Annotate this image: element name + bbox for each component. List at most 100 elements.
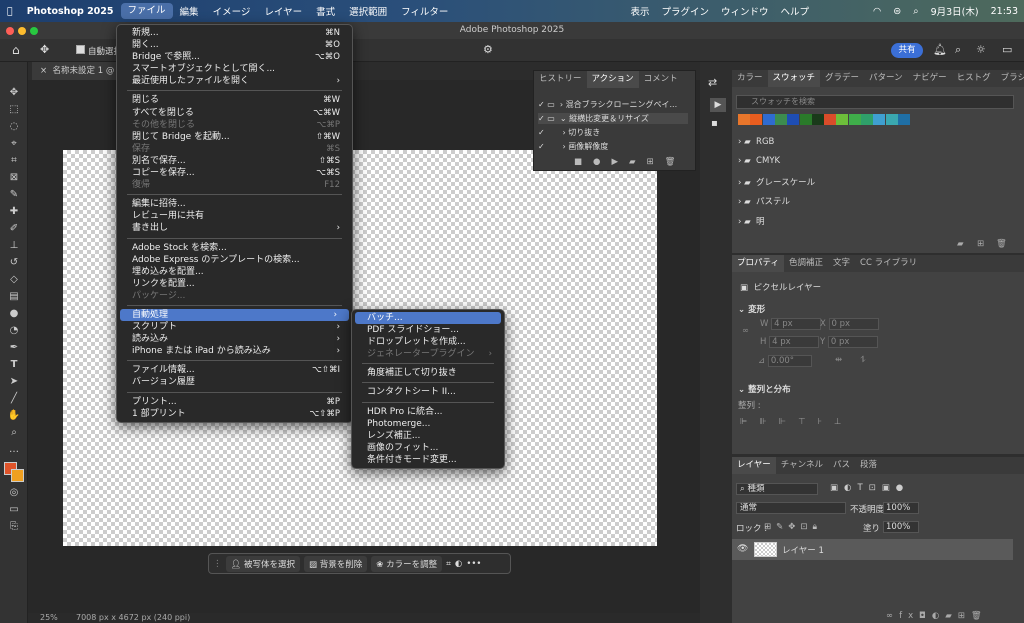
automate-item[interactable]: コンタクトシート II...	[352, 386, 504, 398]
move-tool-icon[interactable]: ✥	[0, 84, 28, 101]
tab-character[interactable]: 文字	[828, 255, 855, 272]
color-swatch[interactable]	[787, 114, 800, 125]
eye-icon[interactable]: 👁︎	[737, 544, 748, 554]
type-tool-icon[interactable]: T	[0, 356, 28, 373]
color-swatch[interactable]	[750, 114, 763, 125]
quick-select-tool-icon[interactable]: ⌖	[0, 135, 28, 152]
automate-item[interactable]: PDF スライドショー...	[352, 324, 504, 336]
lock-icons[interactable]: ⊞✎✥⊡🔒︎	[764, 522, 822, 532]
file-menu-item[interactable]: Adobe Stock を検索...	[117, 242, 352, 254]
align-section[interactable]: ⌄ 整列と分布	[738, 383, 791, 395]
file-menu-item[interactable]: Adobe Express のテンプレートの検索...	[117, 254, 352, 266]
share-tool-icon[interactable]: ⎘	[0, 518, 28, 535]
dodge-tool-icon[interactable]: ◔	[0, 322, 28, 339]
swatch-group-cmyk[interactable]: › ▰ CMYK	[738, 156, 780, 166]
close-window-button[interactable]	[6, 27, 14, 35]
tab-close-icon[interactable]: ×	[40, 66, 47, 76]
file-menu-item[interactable]: 新規... ⌘N	[117, 27, 352, 39]
file-menu-item[interactable]: 最近使用したファイルを開く ›	[117, 75, 352, 87]
tab-histogram[interactable]: ヒストグ	[952, 70, 996, 87]
menu-window[interactable]: ウィンドウ	[721, 4, 769, 18]
layer-filter-icons[interactable]: ▣◐T⊡▣●	[830, 483, 909, 493]
tab-layers[interactable]: レイヤー	[732, 457, 776, 474]
comment-icon[interactable]: ▪	[711, 118, 718, 129]
eyedropper-tool-icon[interactable]: ✎	[0, 186, 28, 203]
move-tool-icon[interactable]: ✥	[40, 43, 49, 56]
new-swatch-icon[interactable]: ⊞	[977, 239, 984, 249]
angle-field[interactable]: ⊿ 0.00°	[758, 355, 812, 367]
swatch-group-grayscale[interactable]: › ▰ グレースケール	[738, 176, 815, 188]
tab-comments[interactable]: コメント	[639, 71, 683, 88]
color-swatch[interactable]	[873, 114, 886, 125]
crop-tool-icon[interactable]: ⌗	[0, 152, 28, 169]
eraser-tool-icon[interactable]: ◇	[0, 271, 28, 288]
gear-icon[interactable]: ⚙	[483, 43, 493, 56]
color-swatch[interactable]	[848, 114, 861, 125]
file-menu-item[interactable]: 閉じる ⌘W	[117, 94, 352, 106]
crop-icon[interactable]: ⌗	[446, 559, 451, 569]
app-menu[interactable]: Photoshop 2025	[20, 6, 121, 17]
file-menu-item[interactable]: 閉じて Bridge を起動... ⇧⌘W	[117, 131, 352, 143]
new-group-icon[interactable]: ▰	[957, 239, 964, 249]
file-menu-item[interactable]: すべてを閉じる ⌥⌘W	[117, 107, 352, 119]
marquee-tool-icon[interactable]: ⬚	[0, 101, 28, 118]
menu-view[interactable]: 表示	[630, 4, 649, 18]
adjust-color-button[interactable]: ❀ カラーを調整	[371, 555, 443, 572]
bell-icon[interactable]: 🔔︎	[933, 43, 947, 56]
plugins-icon[interactable]: ⇄	[708, 76, 717, 89]
more-tools-icon[interactable]: …	[0, 441, 28, 458]
tab-brush-settings[interactable]: ブラシ設	[996, 70, 1024, 87]
tab-pattern[interactable]: パターン	[864, 70, 908, 87]
tab-swatches[interactable]: スウォッチ	[767, 70, 821, 87]
link-icon[interactable]: ∞	[742, 326, 749, 336]
tab-paths[interactable]: パス	[828, 457, 855, 474]
file-menu-item[interactable]: 自動処理 ›	[120, 308, 349, 322]
fill-input[interactable]: 100%	[883, 521, 919, 533]
color-swatch[interactable]	[799, 114, 812, 125]
file-menu-item[interactable]: 読み込み ›	[117, 333, 352, 345]
hand-tool-icon[interactable]: ✋	[0, 407, 28, 424]
action-row[interactable]: ✓ › 切り抜き	[538, 127, 600, 138]
automate-item[interactable]: 角度補正して切り抜き	[352, 367, 504, 379]
auto-select-checkbox[interactable]	[76, 45, 85, 54]
home-icon[interactable]: ⌂	[12, 43, 20, 57]
action-controls[interactable]: ■●▶▰⊞🗑︎	[574, 157, 686, 167]
file-menu-item[interactable]: ファイル情報... ⌥⇧⌘I	[117, 364, 352, 376]
layer-row[interactable]: 👁︎ レイヤー 1	[732, 539, 1013, 560]
opacity-input[interactable]: 100%	[883, 502, 919, 514]
color-swatch[interactable]	[811, 114, 824, 125]
menu-layer[interactable]: レイヤー	[257, 4, 309, 18]
file-menu-item[interactable]: コピーを保存... ⌥⌘S	[117, 167, 352, 179]
swatch-group-rgb[interactable]: › ▰ RGB	[738, 137, 774, 147]
layer-thumbnail[interactable]	[754, 542, 777, 557]
tab-cc-libraries[interactable]: CC ライブラリ	[855, 255, 922, 272]
action-row[interactable]: ✓ › 画像解像度	[538, 141, 608, 152]
flip-horizontal-icon[interactable]: ⇹	[835, 355, 842, 365]
line-tool-icon[interactable]: ╱	[0, 390, 28, 407]
search-icon[interactable]: ⌕	[913, 6, 918, 17]
tab-paragraph[interactable]: 段落	[855, 457, 882, 474]
blur-tool-icon[interactable]: ●	[0, 305, 28, 322]
swatch-group-light[interactable]: › ▰ 明	[738, 215, 765, 227]
control-center-icon[interactable]: ⊜	[893, 6, 901, 17]
background-color-swatch[interactable]	[11, 469, 24, 482]
screen-mode-icon[interactable]: ▭	[0, 501, 28, 518]
zoom-level[interactable]: 25%	[40, 613, 58, 622]
trash-icon[interactable]: 🗑︎	[996, 239, 1007, 249]
menu-help[interactable]: ヘルプ	[780, 4, 809, 18]
menu-edit[interactable]: 編集	[173, 4, 206, 18]
file-menu-item[interactable]: 埋め込みを配置...	[117, 266, 352, 278]
menu-select[interactable]: 選択範囲	[342, 4, 394, 18]
apple-icon[interactable]: 	[0, 6, 20, 17]
tab-adjustments[interactable]: 色調補正	[784, 255, 828, 272]
healing-tool-icon[interactable]: ✚	[0, 203, 28, 220]
layer-filter-select[interactable]: ⌕ 種類	[736, 483, 818, 495]
menu-type[interactable]: 書式	[309, 4, 342, 18]
zoom-tool-icon[interactable]: ⌕	[0, 424, 28, 441]
tab-history[interactable]: ヒストリー	[534, 71, 587, 88]
y-field[interactable]: Y 0 px	[820, 336, 878, 348]
tab-properties[interactable]: プロパティ	[732, 255, 784, 272]
actions-play-icon[interactable]: ▶	[710, 98, 726, 112]
color-swatch[interactable]	[897, 114, 910, 125]
remove-background-button[interactable]: ▨ 背景を削除	[304, 555, 368, 572]
